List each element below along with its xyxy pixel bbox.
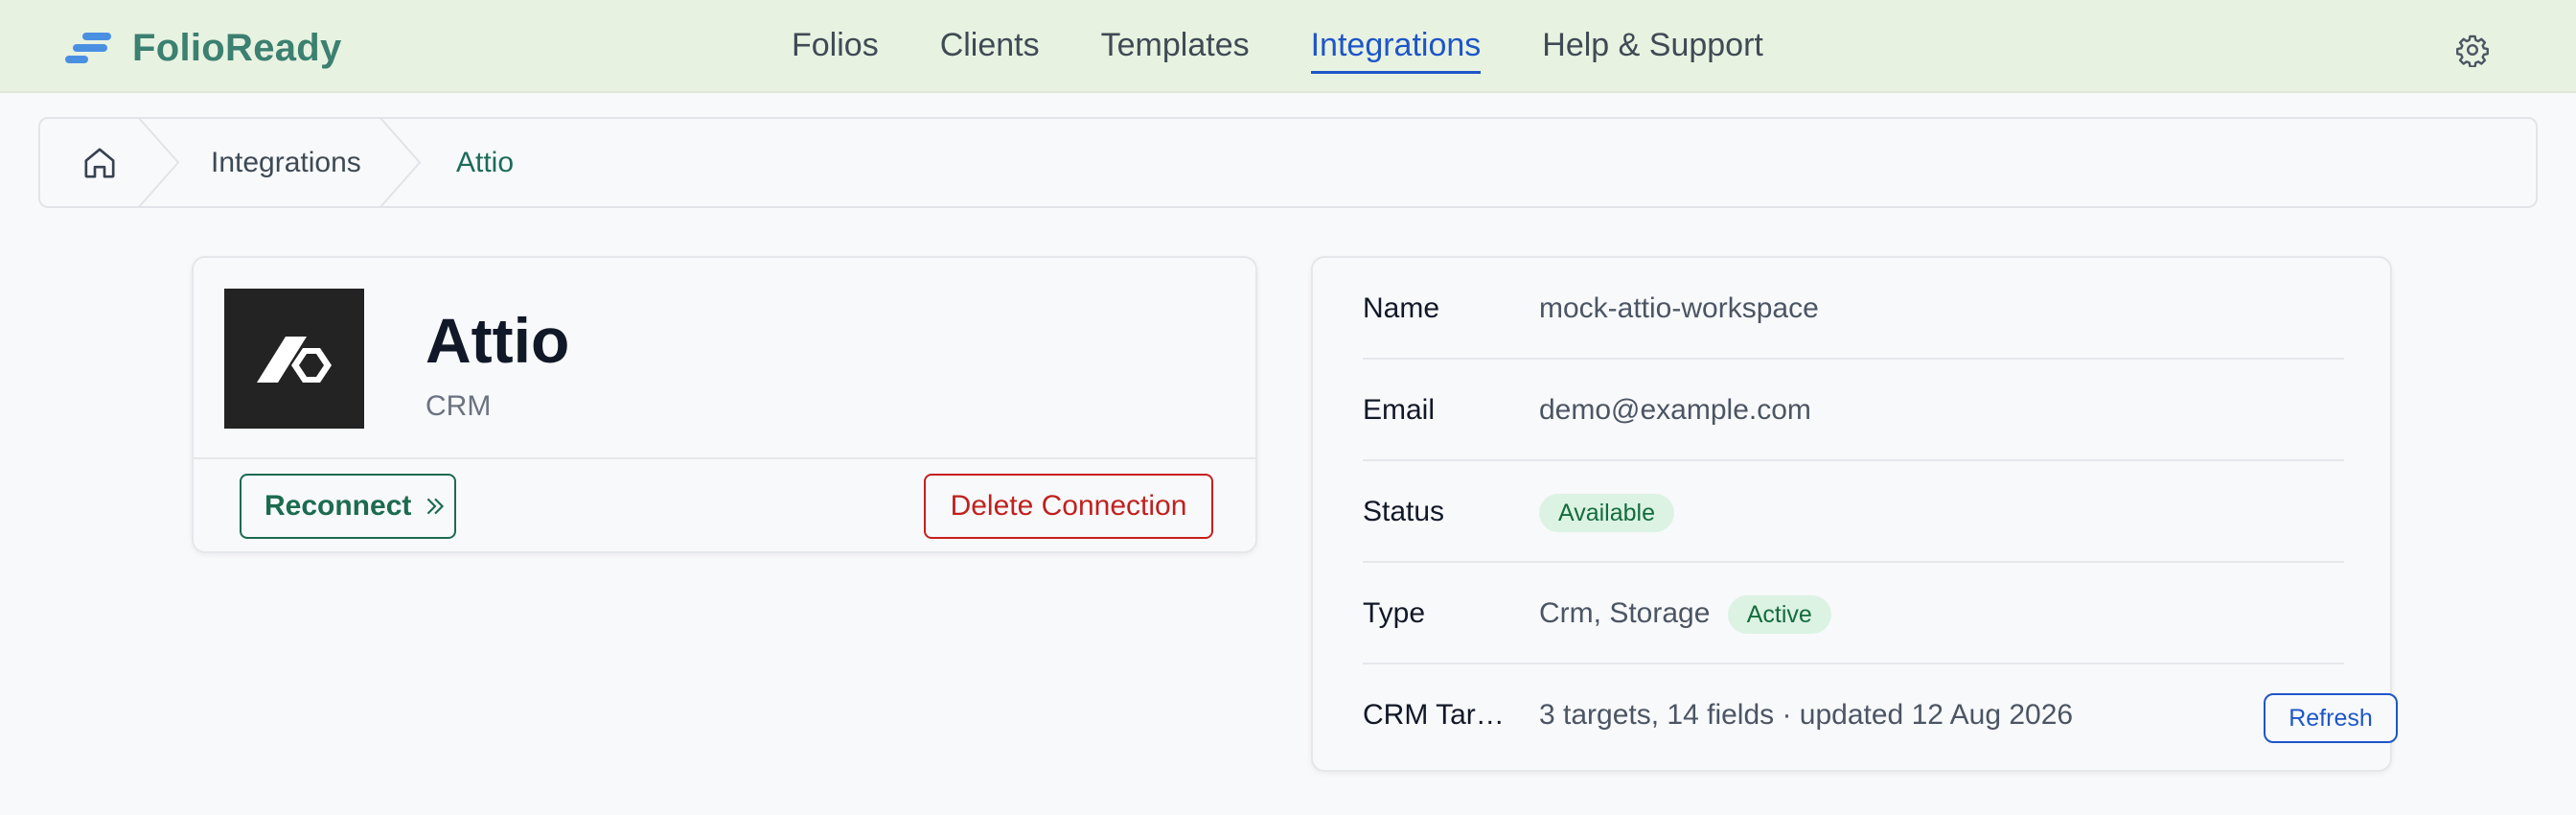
breadcrumb-separator-icon xyxy=(379,117,422,208)
nav-item-folios[interactable]: Folios xyxy=(792,0,879,91)
refresh-button[interactable]: Refresh xyxy=(2264,693,2398,743)
integration-category: CRM xyxy=(426,390,492,422)
breadcrumb-item-integrations[interactable]: Integrations xyxy=(211,119,361,206)
detail-row-crm-targets: CRM Targets 3 targets, 14 fields · updat… xyxy=(1363,664,2398,766)
detail-label: Status xyxy=(1363,496,1445,527)
detail-label: Type xyxy=(1363,597,1426,629)
attio-logo xyxy=(224,289,364,429)
nav-item-templates[interactable]: Templates xyxy=(1101,0,1250,91)
brand-name: FolioReady xyxy=(132,26,342,69)
brand[interactable]: FolioReady xyxy=(63,21,342,75)
delete-connection-button[interactable]: Delete Connection xyxy=(924,474,1213,539)
gear-icon[interactable] xyxy=(2455,33,2490,67)
detail-label: Name xyxy=(1363,292,1440,324)
breadcrumb-separator-icon xyxy=(137,117,180,208)
detail-row-status: Status Available xyxy=(1363,461,2344,563)
type-value: Crm, Storage xyxy=(1539,597,1711,629)
main-nav: Folios Clients Templates Integrations He… xyxy=(792,0,1825,91)
detail-label: CRM Targets xyxy=(1363,699,1516,731)
detail-value: Crm, Storage Active xyxy=(1539,563,1831,664)
reconnect-button[interactable]: Reconnect xyxy=(240,474,456,539)
integration-details-card: Name mock-attio-workspace Email demo@exa… xyxy=(1311,256,2398,772)
detail-value: mock-attio-workspace xyxy=(1539,292,1819,324)
detail-row-email: Email demo@example.com xyxy=(1363,360,2344,461)
double-chevron-right-icon xyxy=(427,498,445,515)
integration-name: Attio xyxy=(426,305,570,376)
breadcrumb-item-attio: Attio xyxy=(456,147,515,178)
top-navigation-bar: FolioReady Folios Clients Templates Inte… xyxy=(0,0,2576,93)
card-divider xyxy=(194,457,1255,459)
nav-item-clients[interactable]: Clients xyxy=(940,0,1040,91)
attio-logo-icon xyxy=(257,337,332,383)
detail-row-name: Name mock-attio-workspace xyxy=(1363,258,2344,360)
brand-logo-icon xyxy=(63,29,113,67)
status-badge: Available xyxy=(1539,494,1675,533)
breadcrumb: Integrations Attio xyxy=(38,117,2538,208)
detail-value: 3 targets, 14 fields · updated 12 Aug 20… xyxy=(1539,699,2074,731)
reconnect-button-label: Reconnect xyxy=(264,490,412,522)
detail-label: Email xyxy=(1363,394,1436,426)
nav-item-help-support[interactable]: Help & Support xyxy=(1542,0,1763,91)
detail-row-type: Type Crm, Storage Active xyxy=(1363,563,2344,664)
nav-item-integrations[interactable]: Integrations xyxy=(1310,0,1481,91)
detail-value: demo@example.com xyxy=(1539,394,1811,426)
detail-value: Available xyxy=(1539,461,1675,563)
active-badge: Active xyxy=(1727,595,1831,635)
home-icon[interactable] xyxy=(80,144,119,182)
integration-summary-card: Attio CRM Reconnect Delete Connection xyxy=(192,256,1257,553)
